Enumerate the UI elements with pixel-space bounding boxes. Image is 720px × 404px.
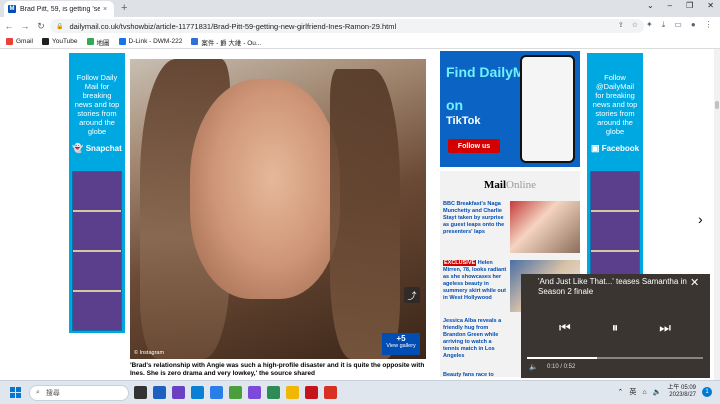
story-thumbnail[interactable] (510, 201, 580, 253)
reload-icon[interactable]: ↻ (34, 21, 48, 32)
story-link[interactable]: Jessica Alba reveals a friendly hug from… (443, 318, 509, 360)
new-tab-button[interactable]: + (121, 2, 127, 14)
back-icon[interactable]: ← (2, 21, 16, 31)
taskbar-app-icon[interactable] (305, 386, 318, 399)
system-tray: ⌃ 英 ⌂ 🔈 上午 05:09 2023/8/27 1 (617, 385, 712, 399)
tray-chevron-icon[interactable]: ⌃ (617, 388, 623, 396)
volume-tray-icon[interactable]: 🔈 (653, 388, 662, 396)
start-button[interactable] (10, 387, 21, 398)
bookmark-youtube[interactable]: YouTube (41, 38, 78, 45)
gallery-label: View gallery (386, 343, 416, 349)
taskbar-apps (134, 386, 337, 399)
ad-on: on (446, 97, 464, 113)
outlook-icon (191, 38, 199, 45)
article-hero-image[interactable]: © Instagram ⤴ +5 View gallery (130, 59, 426, 359)
ime-indicator[interactable]: 英 (629, 387, 636, 397)
story-link[interactable]: Beauty fans race to (443, 372, 509, 379)
next-icon[interactable]: ⏭ (659, 320, 671, 336)
bookmark-dlink[interactable]: D-Link - DWM-222 (118, 38, 182, 45)
taskbar-app-icon[interactable] (191, 386, 204, 399)
ad-text: Follow Daily Mail for breaking news and … (74, 73, 120, 136)
taskbar-app-icon[interactable] (172, 386, 185, 399)
story-link[interactable]: BBC Breakfast's Naga Munchetty and Charl… (443, 201, 509, 236)
window-controls: ⌄ – ❐ ✕ (647, 1, 714, 10)
view-gallery-button[interactable]: +5 View gallery (382, 333, 420, 355)
lock-icon[interactable]: 🔒 (56, 23, 63, 30)
taskbar-app-icon[interactable] (324, 386, 337, 399)
extensions-icon[interactable]: ✦ (646, 20, 653, 30)
close-window-button[interactable]: ✕ (707, 1, 714, 10)
ad-brand: Facebook (601, 144, 640, 153)
address-bar[interactable]: 🔒 dailymail.co.uk/tvshowbiz/article-1177… (50, 19, 644, 33)
taskbar-app-icon[interactable] (153, 386, 166, 399)
download-icon[interactable]: ⤓ (662, 20, 666, 30)
ad-text: Follow @DailyMail for breaking news and … (592, 73, 638, 136)
side-panel-icon[interactable]: ▭ (674, 20, 682, 30)
scrollbar-thumb[interactable] (715, 101, 719, 109)
video-progress-bar[interactable] (527, 357, 703, 359)
taskbar-app-icon[interactable] (286, 386, 299, 399)
follow-us-button[interactable]: Follow us (448, 139, 500, 153)
article-column: © Instagram ⤴ +5 View gallery 'Brad's re… (128, 51, 428, 380)
bookmark-maps[interactable]: 地圖 (86, 37, 110, 47)
snapchat-icon: 👻 (72, 143, 84, 153)
youtube-icon (41, 38, 49, 45)
floating-video-player[interactable]: 'And Just Like That...' teases Samantha … (521, 274, 710, 378)
tiktok-follow-ad[interactable]: Find DailyMail on TikTok Follow us (440, 51, 580, 167)
windows-taskbar: ⌕ 搜尋 ⌃ 英 ⌂ 🔈 上午 05:09 2023/8/27 1 (0, 380, 720, 404)
share-page-icon[interactable]: ⇪ (618, 21, 624, 29)
image-caption: 'Brad's relationship with Angie was such… (130, 362, 425, 377)
share-icon[interactable]: ⤴ (404, 287, 420, 303)
bookmark-gmail[interactable]: Gmail (6, 38, 33, 45)
tab-close-icon[interactable]: × (103, 6, 107, 13)
story-link[interactable]: EXCLUSIVE Helen Mirren, 78, looks radian… (443, 260, 509, 302)
ad-tiktok: TikTok (446, 115, 481, 127)
bookmark-star-icon[interactable]: ☆ (632, 21, 638, 29)
profile-icon[interactable]: ● (691, 20, 696, 30)
dlink-icon (118, 38, 126, 45)
url-text: dailymail.co.uk/tvshowbiz/article-117718… (69, 21, 397, 31)
bookmark-case[interactable]: 案件 - 爵 大維 - Ou... (191, 37, 261, 47)
previous-icon[interactable]: ⏮ (559, 320, 571, 336)
photo-credit: © Instagram (134, 350, 165, 356)
menu-icon[interactable]: ⋮ (705, 20, 713, 30)
taskbar-app-icon[interactable] (134, 386, 147, 399)
video-title: 'And Just Like That...' teases Samantha … (538, 277, 687, 296)
tab-dailymail[interactable]: M Brad Pitt, 59, is getting 'seriou × (4, 1, 114, 17)
close-video-icon[interactable]: ✕ (690, 276, 699, 289)
clock[interactable]: 上午 05:09 2023/8/27 (667, 385, 696, 399)
next-arrow-icon[interactable]: › (698, 211, 703, 227)
tab-title: Brad Pitt, 59, is getting 'seriou (20, 5, 100, 13)
video-time: 0:10 / 0:52 (547, 364, 576, 370)
minimize-button[interactable]: – (668, 1, 672, 10)
page-scrollbar[interactable] (714, 49, 720, 380)
notification-badge[interactable]: 1 (702, 387, 712, 397)
maximize-button[interactable]: ❐ (686, 1, 693, 10)
maps-icon (86, 38, 94, 45)
facebook-icon: ▣ (590, 143, 600, 153)
forward-icon[interactable]: → (18, 21, 32, 31)
tab-strip: M Brad Pitt, 59, is getting 'seriou × + … (0, 0, 720, 17)
browser-toolbar: ← → ↻ 🔒 dailymail.co.uk/tvshowbiz/articl… (0, 17, 720, 35)
pause-icon[interactable]: ⏸ (612, 320, 619, 336)
network-icon[interactable]: ⌂ (642, 389, 646, 396)
ad-photo-strip (72, 171, 122, 331)
taskbar-app-icon[interactable] (267, 386, 280, 399)
volume-icon[interactable]: 🔈 (529, 363, 538, 371)
taskbar-app-icon[interactable] (229, 386, 242, 399)
snapchat-follow-ad[interactable]: Follow Daily Mail for breaking news and … (69, 53, 125, 333)
ad-brand: Snapchat (85, 144, 122, 153)
mailonline-logo: MailOnline (484, 179, 536, 191)
dailymail-favicon-icon: M (8, 5, 16, 13)
taskbar-app-icon[interactable] (248, 386, 261, 399)
taskbar-app-icon[interactable] (210, 386, 223, 399)
gallery-count: +5 (396, 334, 406, 343)
tab-search-icon[interactable]: ⌄ (647, 1, 654, 10)
bookmarks-bar: Gmail YouTube 地圖 D-Link - DWM-222 案件 - 爵… (0, 35, 720, 49)
gmail-icon (6, 38, 13, 45)
search-icon: ⌕ (36, 389, 40, 396)
video-controls: ⏮ ⏸ ⏭ (559, 320, 671, 336)
taskbar-search[interactable]: ⌕ 搜尋 (29, 385, 129, 401)
phone-mockup (520, 55, 575, 163)
